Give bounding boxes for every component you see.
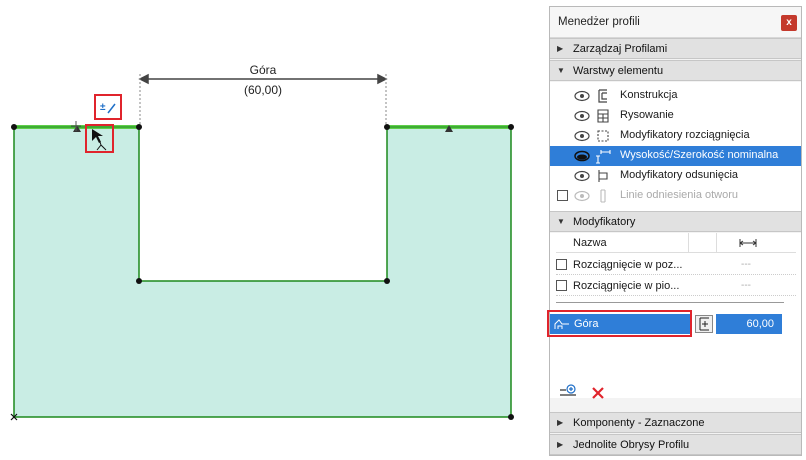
section-label: Komponenty - Zaznaczone bbox=[573, 417, 705, 429]
dimension-link-icon[interactable] bbox=[695, 315, 713, 333]
selected-modifier-value[interactable]: 60,00 bbox=[716, 314, 782, 334]
layer-label: Modyfikatory rozciągnięcia bbox=[620, 129, 750, 141]
modifier-checkbox[interactable] bbox=[556, 259, 567, 270]
layer-row-construction[interactable]: Konstrukcja bbox=[550, 86, 801, 106]
layer-row-stretch-modifiers[interactable]: Modyfikatory rozciągnięcia bbox=[550, 126, 801, 146]
eye-icon[interactable] bbox=[574, 190, 590, 202]
modifier-value: --- bbox=[741, 280, 751, 291]
layer-row-opening-reference[interactable]: Linie odniesienia otworu bbox=[550, 186, 801, 206]
opening-reference-icon bbox=[600, 189, 606, 203]
layer-label: Rysowanie bbox=[620, 109, 674, 121]
section-components[interactable]: ▶ Komponenty - Zaznaczone bbox=[550, 412, 801, 433]
layers-list: Konstrukcja Rysowanie Modyfikatory rozci… bbox=[550, 82, 801, 216]
column-name-header[interactable]: Nazwa bbox=[573, 237, 607, 249]
offset-modifier-icon bbox=[598, 170, 608, 182]
section-label: Modyfikatory bbox=[573, 216, 636, 228]
eye-icon[interactable] bbox=[574, 150, 590, 162]
add-dimension-icon: ± bbox=[99, 99, 117, 115]
panel-titlebar[interactable]: Menedżer profili x bbox=[550, 7, 801, 38]
layer-label: Linie odniesienia otworu bbox=[620, 189, 739, 201]
layer-label: Konstrukcja bbox=[620, 89, 678, 101]
modifier-name: Rozciągnięcie w pio... bbox=[573, 280, 680, 292]
layer-checkbox[interactable] bbox=[557, 190, 568, 201]
construction-icon bbox=[598, 89, 607, 103]
expand-arrow-icon: ▶ bbox=[557, 440, 564, 449]
dimension-extension-lines bbox=[139, 74, 387, 124]
layer-label: Wysokość/Szerokość nominalna bbox=[620, 149, 779, 161]
modifier-row[interactable]: Rozciągnięcie w poz... --- bbox=[556, 255, 796, 275]
section-modifiers[interactable]: ▼ Modyfikatory bbox=[550, 211, 801, 232]
eye-icon[interactable] bbox=[574, 130, 590, 142]
profile-manager-panel: Menedżer profili x ▶ Zarządzaj Profilami… bbox=[547, 6, 802, 456]
add-modifier-icon[interactable] bbox=[558, 383, 578, 401]
nominal-size-icon bbox=[596, 150, 611, 164]
collapse-arrow-icon: ▼ bbox=[557, 66, 565, 75]
dimension-value: (60,00) bbox=[243, 83, 283, 97]
svg-text:±: ± bbox=[100, 102, 106, 113]
stretch-modifier-icon bbox=[597, 130, 609, 142]
delete-modifier-icon[interactable] bbox=[590, 385, 606, 401]
layer-row-offset-modifiers[interactable]: Modyfikatory odsunięcia bbox=[550, 166, 801, 186]
modifiers-table-header: Nazwa bbox=[556, 233, 796, 253]
eye-icon[interactable] bbox=[574, 110, 590, 122]
dimension-name: Góra bbox=[249, 63, 277, 77]
panel-title: Menedżer profili bbox=[558, 16, 640, 28]
expand-arrow-icon: ▶ bbox=[557, 44, 564, 53]
section-label: Zarządzaj Profilami bbox=[573, 43, 668, 55]
section-outlines[interactable]: ▶ Jednolite Obrysy Profilu bbox=[550, 434, 801, 455]
close-button[interactable]: x bbox=[781, 15, 797, 31]
modifier-name: Rozciągnięcie w poz... bbox=[573, 259, 683, 271]
section-label: Warstwy elementu bbox=[573, 65, 664, 77]
eye-icon[interactable] bbox=[574, 170, 590, 182]
layer-row-drawing[interactable]: Rysowanie bbox=[550, 106, 801, 126]
layer-row-nominal-size[interactable]: Wysokość/Szerokość nominalna bbox=[550, 146, 801, 166]
profile-canvas[interactable]: ± Góra (60,00) bbox=[0, 0, 540, 460]
expand-arrow-icon: ▶ bbox=[557, 418, 564, 427]
divider bbox=[556, 302, 784, 303]
section-element-layers[interactable]: ▼ Warstwy elementu bbox=[550, 60, 801, 81]
section-manage-profiles[interactable]: ▶ Zarządzaj Profilami bbox=[550, 38, 801, 59]
highlight-outline bbox=[547, 310, 692, 337]
layer-label: Modyfikatory odsunięcia bbox=[620, 169, 739, 181]
modifier-value: --- bbox=[741, 259, 751, 270]
collapse-arrow-icon: ▼ bbox=[557, 217, 565, 226]
modifier-row[interactable]: Rozciągnięcie w pio... --- bbox=[556, 276, 796, 296]
eye-icon[interactable] bbox=[574, 90, 590, 102]
width-column-icon[interactable] bbox=[739, 238, 757, 248]
profile-shape bbox=[13, 126, 512, 418]
modifier-checkbox[interactable] bbox=[556, 280, 567, 291]
section-label: Jednolite Obrysy Profilu bbox=[573, 439, 690, 451]
drawing-icon bbox=[597, 109, 609, 123]
